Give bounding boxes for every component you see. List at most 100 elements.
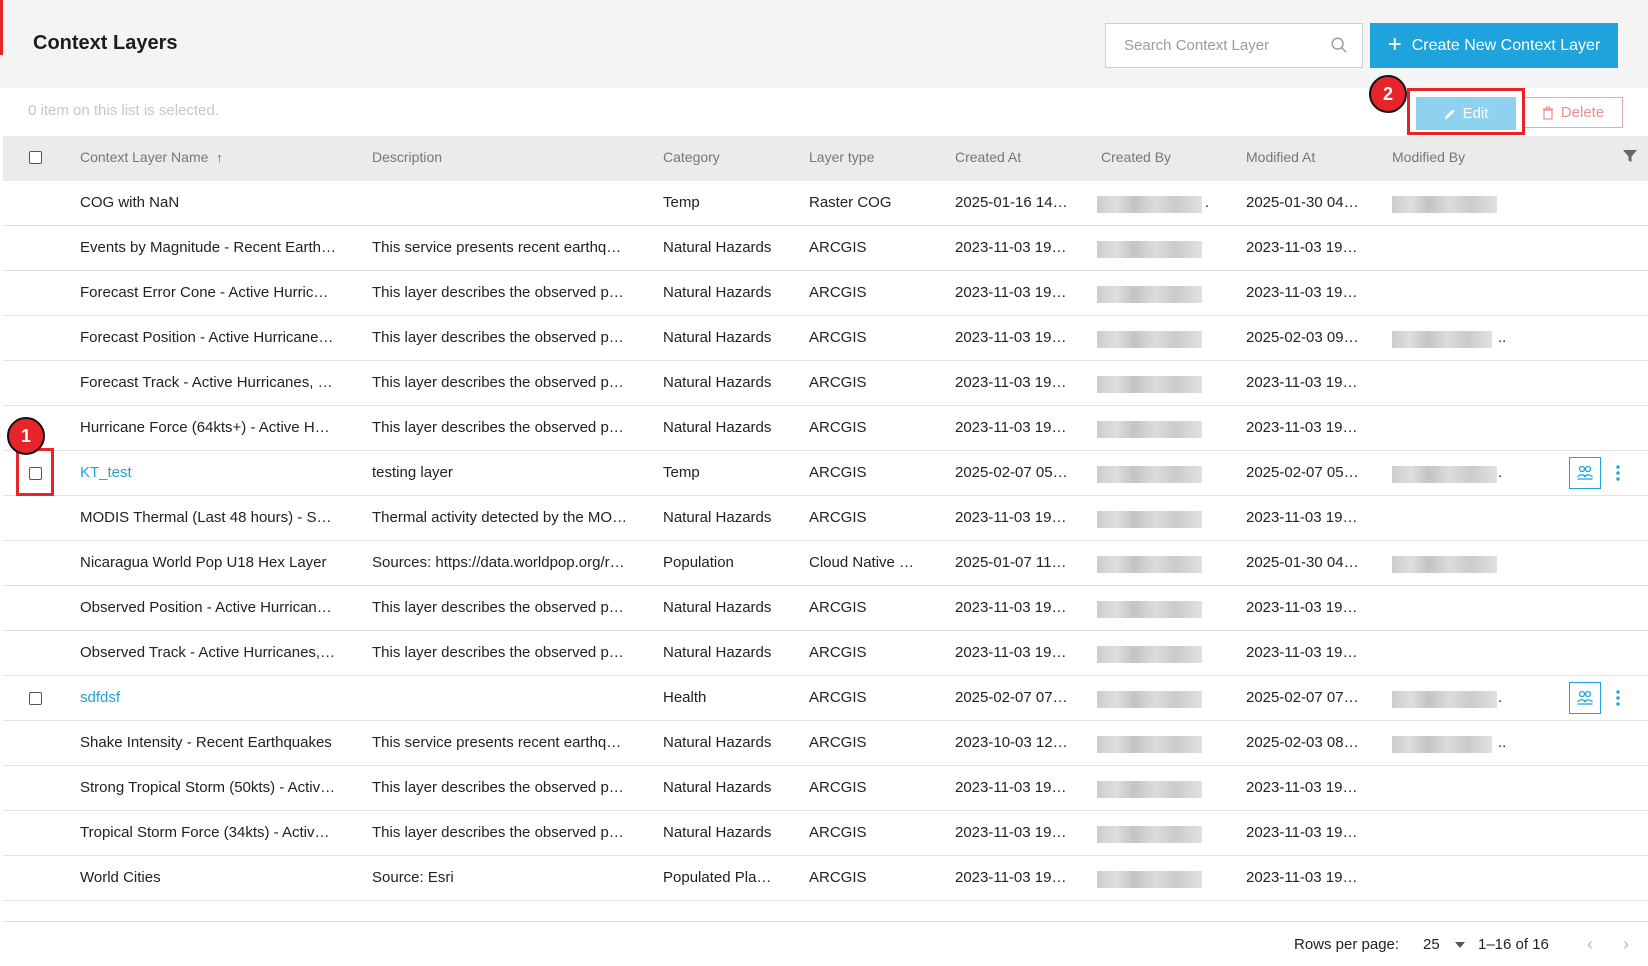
table-row[interactable]: Events by Magnitude - Recent Earth… This … <box>3 226 1648 271</box>
column-header-category[interactable]: Category <box>663 149 720 165</box>
cell-modified-at: 2023-11-03 19… <box>1246 374 1358 391</box>
previous-page-button[interactable]: ‹ <box>1587 934 1593 955</box>
table-row[interactable]: Shake Intensity - Recent Earthquakes This… <box>3 721 1648 766</box>
redacted-created-by <box>1097 511 1202 528</box>
table-row[interactable]: COG with NaN Temp Raster COG 2025-01-16 14…… <box>3 181 1648 226</box>
cell-created-at: 2025-02-07 07… <box>955 689 1068 706</box>
create-button-label: Create New Context Layer <box>1411 36 1601 54</box>
share-layer-button[interactable] <box>1569 457 1601 489</box>
cell-modified-at: 2025-02-03 08… <box>1246 734 1359 751</box>
cell-name: Forecast Position - Active Hurricane… <box>80 329 334 346</box>
cell-name[interactable]: sdfdsf <box>80 689 120 706</box>
row-checkbox[interactable] <box>29 692 42 705</box>
column-header-modified-at[interactable]: Modified At <box>1246 149 1315 165</box>
cell-layer-type: ARCGIS <box>809 779 867 796</box>
cell-description: This layer describes the observed p… <box>372 329 624 346</box>
cell-description: This layer describes the observed p… <box>372 284 624 301</box>
pagination-bar: Rows per page: 25 1–16 of 16 ‹ › <box>3 921 1648 966</box>
delete-button[interactable]: Delete <box>1523 97 1623 128</box>
table-header: Context Layer Name ↑ Description Category… <box>3 136 1648 181</box>
table-row[interactable]: Forecast Track - Active Hurricanes, … Thi… <box>3 361 1648 406</box>
table-row[interactable]: Hurricane Force (64kts+) - Active H… This… <box>3 406 1648 451</box>
cell-name: Shake Intensity - Recent Earthquakes <box>80 734 332 751</box>
cell-modified-at: 2025-01-30 04… <box>1246 554 1359 571</box>
cell-layer-type: ARCGIS <box>809 644 867 661</box>
next-page-button[interactable]: › <box>1623 934 1629 955</box>
column-header-name-label: Context Layer Name <box>80 149 209 165</box>
cell-category: Natural Hazards <box>663 284 772 301</box>
cell-name: Hurricane Force (64kts+) - Active H… <box>80 419 330 436</box>
create-context-layer-button[interactable]: + Create New Context Layer <box>1370 23 1618 68</box>
table-row[interactable]: Strong Tropical Storm (50kts) - Activ… Th… <box>3 766 1648 811</box>
more-options-button[interactable] <box>1611 686 1625 710</box>
cell-layer-type: ARCGIS <box>809 869 867 886</box>
cell-category: Populated Pla… <box>663 869 772 886</box>
column-header-description[interactable]: Description <box>372 149 442 165</box>
filter-icon[interactable] <box>1622 148 1638 164</box>
search-input[interactable] <box>1118 24 1328 67</box>
table-row[interactable]: Forecast Error Cone - Active Hurric… This… <box>3 271 1648 316</box>
cell-category: Natural Hazards <box>663 734 772 751</box>
cell-description: Thermal activity detected by the MO… <box>372 509 628 526</box>
cell-description: This layer describes the observed p… <box>372 824 624 841</box>
redacted-created-by <box>1097 331 1202 348</box>
cell-layer-type: ARCGIS <box>809 419 867 436</box>
rows-per-page-select[interactable]: 25 <box>1423 936 1440 953</box>
table-row[interactable]: KT_test testing layer Temp ARCGIS 2025-02-07… <box>3 451 1648 496</box>
cell-layer-type: ARCGIS <box>809 509 867 526</box>
cell-name: Events by Magnitude - Recent Earth… <box>80 239 336 256</box>
redacted-modified-by <box>1392 691 1497 708</box>
more-options-button[interactable] <box>1611 461 1625 485</box>
table-row[interactable]: sdfdsf Health ARCGIS 2025-02-07 07… 2025-02-… <box>3 676 1648 721</box>
redacted-created-by <box>1097 646 1202 663</box>
highlight-box-checkbox <box>16 448 54 496</box>
cell-description: This service presents recent earthq… <box>372 734 622 751</box>
users-icon <box>1577 690 1593 705</box>
search-box[interactable] <box>1105 23 1363 68</box>
cell-created-at: 2023-11-03 19… <box>955 239 1067 256</box>
caret-down-icon[interactable] <box>1455 942 1465 948</box>
search-icon[interactable] <box>1330 36 1348 54</box>
cell-category: Natural Hazards <box>663 779 772 796</box>
cell-description: Source: Esri <box>372 869 454 886</box>
redacted-created-by <box>1097 196 1202 213</box>
step-badge-2: 2 <box>1369 75 1407 113</box>
table-row[interactable]: Observed Track - Active Hurricanes,… This… <box>3 631 1648 676</box>
column-header-created-by[interactable]: Created By <box>1101 149 1171 165</box>
highlight-box-edit <box>1407 88 1525 135</box>
cell-created-at: 2023-11-03 19… <box>955 644 1067 661</box>
column-header-name[interactable]: Context Layer Name ↑ <box>80 149 223 165</box>
cell-layer-type: Raster COG <box>809 194 892 211</box>
share-layer-button[interactable] <box>1569 682 1601 714</box>
table-row[interactable]: Nicaragua World Pop U18 Hex Layer Sources… <box>3 541 1648 586</box>
cell-name: Observed Position - Active Hurrican… <box>80 599 332 616</box>
cell-description: This layer describes the observed p… <box>372 419 624 436</box>
cell-name: MODIS Thermal (Last 48 hours) - S… <box>80 509 332 526</box>
cell-description: This layer describes the observed p… <box>372 644 624 661</box>
cell-created-at: 2025-01-16 14… <box>955 194 1068 211</box>
cell-layer-type: ARCGIS <box>809 284 867 301</box>
cell-name[interactable]: KT_test <box>80 464 132 481</box>
table-row[interactable]: MODIS Thermal (Last 48 hours) - S… Therma… <box>3 496 1648 541</box>
sort-ascending-icon[interactable]: ↑ <box>216 150 223 165</box>
table-row[interactable]: Forecast Position - Active Hurricane… Thi… <box>3 316 1648 361</box>
cell-layer-type: ARCGIS <box>809 464 867 481</box>
column-header-layer-type[interactable]: Layer type <box>809 149 874 165</box>
table-row[interactable]: World Cities Source: Esri Populated Pla… AR… <box>3 856 1648 901</box>
page-range: 1–16 of 16 <box>1478 936 1549 953</box>
cell-modified-at: 2023-11-03 19… <box>1246 644 1358 661</box>
cell-category: Natural Hazards <box>663 374 772 391</box>
select-all-checkbox[interactable] <box>29 151 42 164</box>
cell-name: Nicaragua World Pop U18 Hex Layer <box>80 554 327 571</box>
table-row[interactable]: Tropical Storm Force (34kts) - Activ… Thi… <box>3 811 1648 856</box>
column-header-modified-by[interactable]: Modified By <box>1392 149 1465 165</box>
table-row[interactable]: Observed Position - Active Hurrican… This… <box>3 586 1648 631</box>
cell-name: Observed Track - Active Hurricanes,… <box>80 644 336 661</box>
created-by-ellipsis: . <box>1205 194 1210 211</box>
cell-category: Temp <box>663 464 700 481</box>
cell-category: Natural Hazards <box>663 824 772 841</box>
column-header-created-at[interactable]: Created At <box>955 149 1021 165</box>
cell-description: testing layer <box>372 464 453 481</box>
cell-modified-at: 2023-11-03 19… <box>1246 599 1358 616</box>
redacted-created-by <box>1097 556 1202 573</box>
